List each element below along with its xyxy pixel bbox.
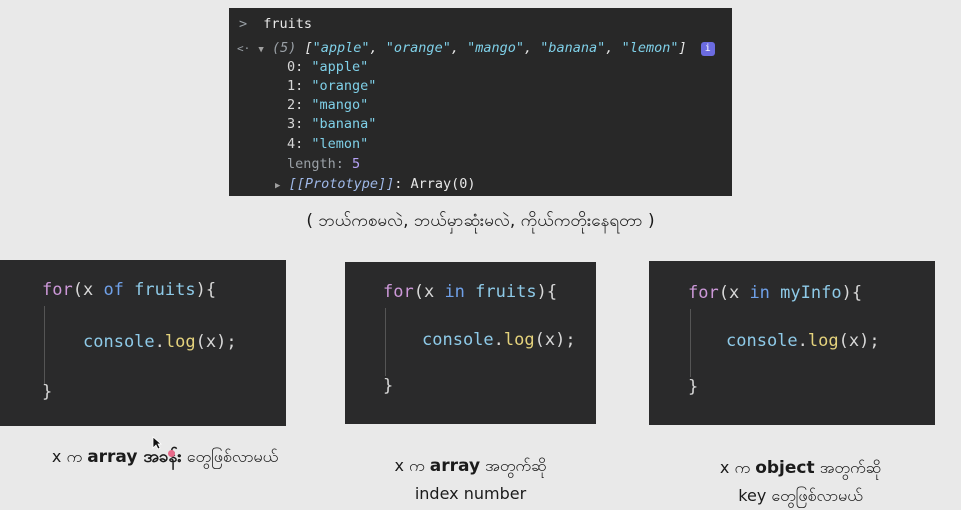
code-line-log: console.log(x); (422, 330, 576, 350)
indent-guide (690, 309, 691, 377)
summary-item-3: "banana" (540, 40, 606, 56)
array-entry: 4: "lemon" (287, 136, 369, 152)
summary-item-0: "apple" (312, 40, 370, 56)
array-length: length: 5 (287, 156, 361, 172)
input-prompt: > (239, 16, 248, 32)
devtools-console: > fruits <· ▼ (5) ["apple", "orange", "m… (229, 8, 732, 196)
console-input-line: > fruits (239, 16, 312, 32)
expand-triangle-icon[interactable]: ▶ (275, 181, 280, 191)
summary-item-4: "lemon" (621, 40, 679, 56)
summary-item-2: "mango" (467, 40, 524, 56)
prototype-value: : Array(0) (394, 176, 476, 192)
prototype-key: [[Prototype]] (288, 176, 395, 192)
code-line-close: } (688, 377, 699, 397)
code-line-log: console.log(x); (726, 331, 880, 351)
array-entry: 2: "mango" (287, 97, 369, 113)
console-result-line[interactable]: <· ▼ (5) ["apple", "orange", "mango", "b… (237, 40, 715, 56)
result-prompt: <· (237, 42, 251, 55)
label-for-in-array: x က array အတွက်ဆို index number (394, 456, 547, 503)
code-line-close: } (42, 382, 53, 402)
code-line-for: for(x in fruits){ (383, 282, 558, 302)
label-for-in-object: x က object အတွက်ဆို key တွေဖြစ်လာမယ် (719, 458, 882, 505)
mouse-cursor-icon (152, 436, 162, 450)
pointer-dot-icon (168, 450, 175, 457)
collapse-triangle-icon[interactable]: ▼ (258, 45, 263, 55)
code-line-close: } (383, 376, 394, 396)
array-entry: 0: "apple" (287, 59, 369, 75)
array-count: (5) (271, 40, 297, 56)
input-text: fruits (263, 16, 313, 32)
code-panel-for-in-object: for(x in myInfo){ console.log(x); } (649, 261, 935, 425)
indent-guide (385, 308, 386, 376)
code-panel-for-in-array: for(x in fruits){ console.log(x); } (345, 262, 596, 424)
prototype-row[interactable]: ▶ [[Prototype]]: Array(0) (275, 176, 476, 192)
array-entry: 1: "orange" (287, 78, 377, 94)
code-panel-for-of: for(x of fruits){ console.log(x); } (0, 260, 286, 426)
code-line-log: console.log(x); (83, 332, 237, 352)
info-icon[interactable]: i (700, 42, 715, 56)
summary-item-1: "orange" (385, 40, 451, 56)
label-for-of: x က array အခန်း တွေဖြစ်လာမယ် (51, 447, 279, 467)
code-line-for: for(x in myInfo){ (688, 283, 863, 303)
array-summary: (5) ["apple", "orange", "mango", "banana… (271, 40, 687, 56)
indent-guide (44, 306, 45, 384)
array-entry: 3: "banana" (287, 116, 377, 132)
code-line-for: for(x of fruits){ (42, 280, 217, 300)
caption: ( ဘယ်ကစမလဲ, ဘယ်မှာဆုံးမလဲ, ကိုယ်ကတိုးနေရ… (306, 211, 655, 231)
